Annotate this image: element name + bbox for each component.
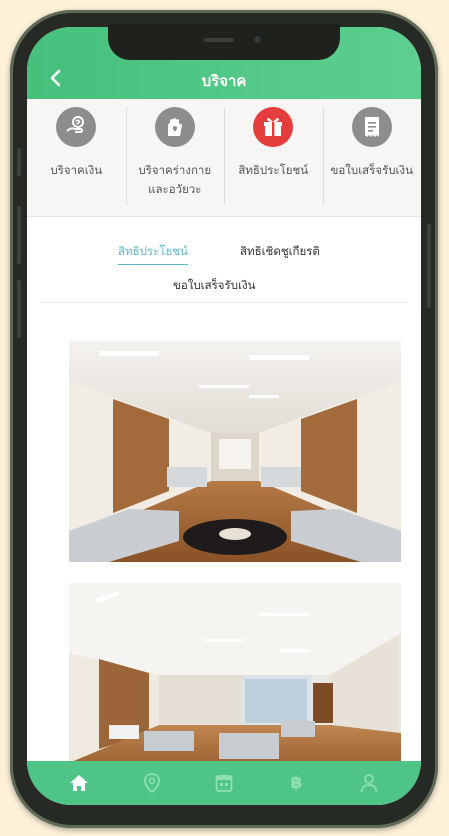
speaker-grille: [204, 38, 234, 42]
menu-item-receipt[interactable]: ขอใบเสร็จรับเงิน: [322, 99, 422, 216]
mute-switch: [17, 148, 21, 176]
lounge-photo-1: [69, 341, 401, 562]
menu-label-benefits: สิทธิประโยชน์: [238, 163, 309, 177]
menu-label-donate-money: บริจาคเงิน: [50, 163, 103, 177]
app-screen: บริจาค บริจาคเงิน บริจาคร่างกาย และอวัยว…: [27, 27, 421, 805]
gift-icon: [253, 107, 294, 147]
hand-heart-icon: [154, 107, 195, 147]
menu-item-donate-money[interactable]: บริจาคเงิน: [27, 99, 126, 216]
nav-home[interactable]: [66, 770, 92, 796]
phone-notch: [108, 24, 340, 60]
location-pin-icon: [143, 773, 160, 793]
page-title: บริจาค: [201, 72, 247, 90]
calendar-icon: [215, 775, 233, 792]
nav-calendar[interactable]: [211, 770, 237, 796]
menu-label-receipt: ขอใบเสร็จรับเงิน: [330, 163, 413, 177]
tabs-divider: [41, 302, 407, 303]
receipt-icon: [351, 107, 392, 147]
nav-donation[interactable]: ฿: [283, 770, 309, 796]
money-hand-icon: [56, 107, 97, 147]
home-icon: [70, 775, 89, 791]
volume-down-button: [17, 280, 21, 338]
tab-benefits[interactable]: สิทธิประโยชน์: [118, 243, 188, 265]
baht-icon: ฿: [290, 773, 303, 793]
power-button: [427, 224, 431, 308]
menu-item-benefits[interactable]: สิทธิประโยชน์: [224, 99, 323, 216]
nav-location[interactable]: [139, 770, 165, 796]
benefit-tabs: สิทธิประโยชน์ สิทธิเชิดชูเกียรติ ขอใบเสร…: [27, 217, 421, 303]
bottom-navigation: ฿: [27, 761, 421, 805]
menu-label-donate-body: บริจาคร่างกาย และอวัยวะ: [138, 163, 212, 196]
nav-profile[interactable]: [356, 770, 382, 796]
menu-item-donate-body[interactable]: บริจาคร่างกาย และอวัยวะ: [125, 99, 225, 216]
lounge-photo-2: [69, 583, 401, 781]
tab-receipt-request[interactable]: ขอใบเสร็จรับเงิน: [173, 277, 255, 295]
donation-menu: บริจาคเงิน บริจาคร่างกาย และอวัยวะ สิทธิ…: [27, 99, 421, 217]
volume-up-button: [17, 206, 21, 264]
user-icon: [360, 774, 378, 793]
tab-honor[interactable]: สิทธิเชิดชูเกียรติ: [240, 243, 320, 261]
front-camera: [254, 36, 261, 43]
